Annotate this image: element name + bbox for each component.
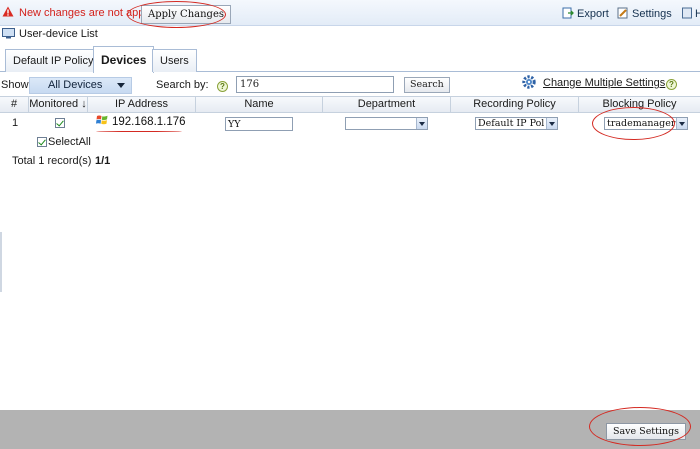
column-header-blocking-policy[interactable]: Blocking Policy: [579, 97, 700, 112]
select-all-label[interactable]: SelectAll: [48, 136, 91, 148]
export-button[interactable]: Export: [562, 7, 609, 20]
help-label: H: [695, 8, 700, 20]
export-icon: [562, 7, 574, 19]
chevron-down-icon: [676, 118, 687, 129]
search-input[interactable]: 176: [236, 76, 394, 93]
total-records: Total 1 record(s): [12, 155, 92, 167]
chevron-down-icon: [117, 83, 125, 88]
export-label: Export: [577, 8, 609, 20]
select-all-checkbox[interactable]: [37, 137, 47, 147]
footer-bar: [0, 410, 700, 449]
show-dropdown[interactable]: All Devices: [29, 77, 132, 94]
chevron-down-icon: [546, 118, 557, 129]
column-header-number[interactable]: #: [0, 97, 29, 112]
show-dropdown-value: All Devices: [48, 79, 103, 91]
department-dropdown[interactable]: [345, 117, 428, 130]
tab-users[interactable]: Users: [152, 49, 197, 72]
name-input[interactable]: YY: [225, 117, 293, 131]
help-book-icon: [682, 7, 692, 19]
recording-policy-value: Default IP Pol: [478, 118, 545, 129]
blocking-policy-dropdown[interactable]: trademanager: [604, 117, 688, 130]
settings-label: Settings: [632, 8, 672, 20]
settings-button[interactable]: Settings: [617, 7, 672, 20]
tab-default-ip-policy[interactable]: Default IP Policy: [5, 49, 102, 72]
page-indicator: 1/1: [95, 155, 111, 167]
filter-bar: Show: All Devices Search by: ? 176 Searc…: [0, 72, 700, 96]
column-header-recording-policy[interactable]: Recording Policy: [451, 97, 579, 112]
help-icon[interactable]: ?: [217, 81, 228, 92]
top-toolbar: New changes are not applied Apply Change…: [0, 0, 700, 26]
row-number: 1: [12, 117, 19, 129]
annotation-underline-ip: [96, 131, 182, 132]
tab-bar: Default IP Policy Devices Users: [0, 44, 700, 73]
column-header-department[interactable]: Department: [323, 97, 451, 112]
change-multiple-settings-link[interactable]: Change Multiple Settings: [543, 77, 665, 89]
monitored-checkbox[interactable]: [55, 118, 65, 128]
monitor-icon: [2, 28, 15, 39]
search-by-label: Search by:: [156, 79, 209, 91]
blocking-policy-value: trademanager: [607, 118, 676, 129]
windows-icon: [96, 115, 108, 125]
column-header-name[interactable]: Name: [196, 97, 323, 112]
save-settings-button[interactable]: Save Settings: [606, 423, 687, 440]
recording-policy-dropdown[interactable]: Default IP Pol: [475, 117, 558, 130]
column-header-monitored[interactable]: Monitored ↓: [29, 97, 88, 112]
ip-address: 192.168.1.176: [112, 116, 186, 128]
list-title-bar: User-device List: [0, 26, 700, 44]
warning-icon: [2, 6, 14, 17]
search-button[interactable]: Search: [404, 77, 450, 93]
settings-icon: [617, 7, 628, 19]
show-label: Show:: [1, 79, 32, 91]
table-header: # Monitored ↓ IP Address Name Department…: [0, 96, 700, 113]
apply-changes-button[interactable]: Apply Changes: [141, 5, 231, 24]
chevron-down-icon: [416, 118, 427, 129]
help-icon[interactable]: ?: [666, 79, 677, 90]
scroll-edge: [0, 232, 2, 292]
tab-devices[interactable]: Devices: [93, 46, 155, 73]
column-header-ip-address[interactable]: IP Address: [88, 97, 196, 112]
gear-icon: [522, 75, 536, 89]
help-button[interactable]: H: [682, 7, 700, 20]
page-title: User-device List: [19, 28, 98, 40]
